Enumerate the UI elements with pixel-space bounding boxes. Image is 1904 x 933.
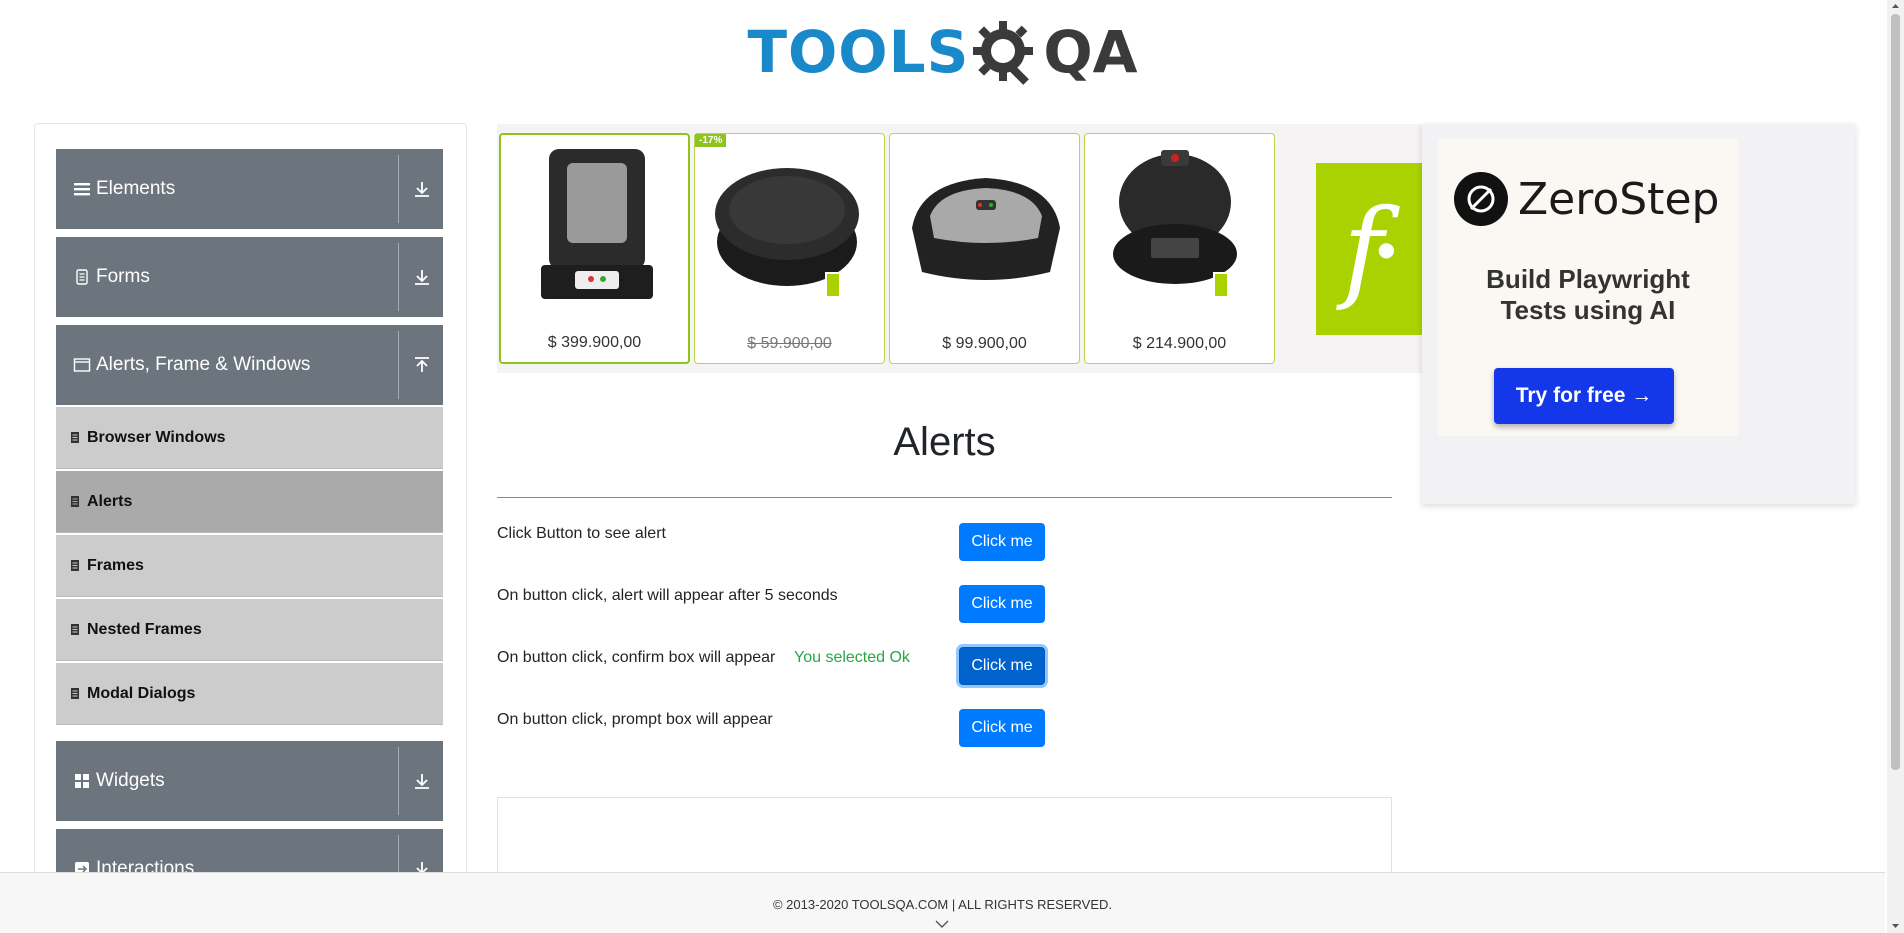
gear-icon <box>973 21 1034 85</box>
row-label: Click Button to see alert <box>497 525 666 542</box>
sidebar-item-alerts[interactable]: Alerts <box>56 471 443 533</box>
file-icon <box>71 496 79 507</box>
sidebar-item-frames[interactable]: Frames <box>56 535 443 597</box>
try-for-free-button[interactable]: Try for free → <box>1494 368 1674 424</box>
row-label: On button click, alert will appear after… <box>497 587 838 604</box>
product-price: $ 399.900,00 <box>547 334 642 351</box>
waffle-maker-image <box>705 142 876 310</box>
sidebar-item-nested-frames[interactable]: Nested Frames <box>56 599 443 661</box>
product-price: $ 99.900,00 <box>942 335 1027 352</box>
page-title: Alerts <box>893 420 996 464</box>
group-label: Alerts, Frame & Windows <box>96 354 311 375</box>
tagline-line-1: Build Playwright <box>1486 264 1690 294</box>
scrollbar-thumb[interactable] <box>1891 14 1900 770</box>
sidebar-item-label: Nested Frames <box>87 620 202 638</box>
file-icon <box>71 688 79 699</box>
toolsqa-logo[interactable]: TOOLS QA <box>747 14 1138 90</box>
zerostep-logo-icon <box>1454 172 1508 226</box>
sidebar-item-modal-dialogs[interactable]: Modal Dialogs <box>56 663 443 725</box>
falabella-logo[interactable]: f ● <box>1316 163 1422 335</box>
logo-text: TOOLS <box>747 18 970 86</box>
group-header-elements[interactable]: Elements <box>56 149 443 229</box>
divider <box>398 243 399 311</box>
group-header-forms[interactable]: Forms <box>56 237 443 317</box>
zerostep-card: ZeroStep Build Playwright Tests using AI… <box>1438 138 1738 436</box>
zerostep-ad[interactable]: ZeroStep Build Playwright Tests using AI… <box>1422 124 1855 504</box>
download-arrow-icon[interactable] <box>410 177 434 201</box>
group-label: Widgets <box>96 770 165 791</box>
zerostep-name: ZeroStep <box>1518 173 1720 225</box>
row-label: On button click, prompt box will appear <box>497 711 773 728</box>
window-icon <box>72 355 92 375</box>
download-arrow-icon[interactable] <box>410 769 434 793</box>
alert-row: On button click, confirm box will appear… <box>497 647 1097 687</box>
list-icon <box>72 179 92 199</box>
sandwich-maker-image <box>900 142 1071 310</box>
alert-row: On button click, alert will appear after… <box>497 585 1097 625</box>
download-arrow-icon[interactable] <box>410 265 434 289</box>
header: TOOLS QA <box>0 0 1885 110</box>
waffle-maker-image <box>511 143 682 311</box>
sidebar: Elements Forms Alerts, Frame & Windows B… <box>34 123 467 883</box>
chevron-down-icon[interactable] <box>934 919 950 929</box>
document-icon <box>72 267 92 287</box>
divider <box>398 747 399 815</box>
timer-alert-button[interactable]: Click me <box>959 585 1045 623</box>
footer: © 2013-2020 TOOLSQA.COM | ALL RIGHTS RES… <box>0 872 1885 933</box>
file-icon <box>71 560 79 571</box>
waffle-maker-image <box>1095 142 1266 310</box>
product-price: $ 59.900,00 <box>747 335 832 352</box>
product-card[interactable]: $ 99.900,00 <box>889 133 1080 364</box>
divider <box>398 331 399 399</box>
sidebar-item-label: Alerts <box>87 492 133 510</box>
scroll-up-icon[interactable] <box>1891 2 1900 10</box>
zerostep-brand: ZeroStep <box>1454 172 1719 226</box>
file-icon <box>71 432 79 443</box>
sidebar-item-label: Frames <box>87 556 144 574</box>
widgets-icon <box>72 771 92 791</box>
alert-row: On button click, prompt box will appear … <box>497 709 1097 749</box>
prompt-button[interactable]: Click me <box>959 709 1045 747</box>
zerostep-tagline: Build Playwright Tests using AI <box>1438 264 1738 326</box>
sidebar-item-label: Browser Windows <box>87 428 226 446</box>
group-label: Forms <box>96 266 150 287</box>
sidebar-item-browser-windows[interactable]: Browser Windows <box>56 407 443 469</box>
product-price: $ 214.900,00 <box>1132 335 1227 352</box>
upload-arrow-icon[interactable] <box>410 353 434 377</box>
group-header-widgets[interactable]: Widgets <box>56 741 443 821</box>
group-header-alerts-frame-windows[interactable]: Alerts, Frame & Windows <box>56 325 443 405</box>
product-card[interactable]: -17% $ 59.900,00 <box>694 133 885 364</box>
logo-suffix: QA <box>1043 18 1138 86</box>
footer-text: © 2013-2020 TOOLSQA.COM | ALL RIGHTS RES… <box>772 897 1113 912</box>
scrollbar[interactable] <box>1887 0 1904 933</box>
product-card[interactable]: $ 214.900,00 <box>1084 133 1275 364</box>
alert-button[interactable]: Click me <box>959 523 1045 561</box>
row-label: On button click, confirm box will appear <box>497 649 776 666</box>
product-card[interactable]: $ 399.900,00 <box>499 133 690 364</box>
confirm-button[interactable]: Click me <box>959 647 1045 685</box>
title-divider <box>497 497 1392 498</box>
alert-row: Click Button to see alert Click me <box>497 523 1097 563</box>
tagline-line-2: Tests using AI <box>1500 295 1676 325</box>
sidebar-item-label: Modal Dialogs <box>87 684 196 702</box>
page: TOOLS QA Elements Forms Alerts, Frame & … <box>0 0 1904 933</box>
divider <box>398 155 399 223</box>
group-label: Elements <box>96 178 176 199</box>
scroll-down-icon[interactable] <box>1891 922 1900 930</box>
confirm-result: You selected Ok <box>794 649 910 666</box>
ad-banner[interactable]: $ 399.900,00 -17% $ 59.900,00 $ 99.900,0… <box>497 124 1422 373</box>
file-icon <box>71 624 79 635</box>
